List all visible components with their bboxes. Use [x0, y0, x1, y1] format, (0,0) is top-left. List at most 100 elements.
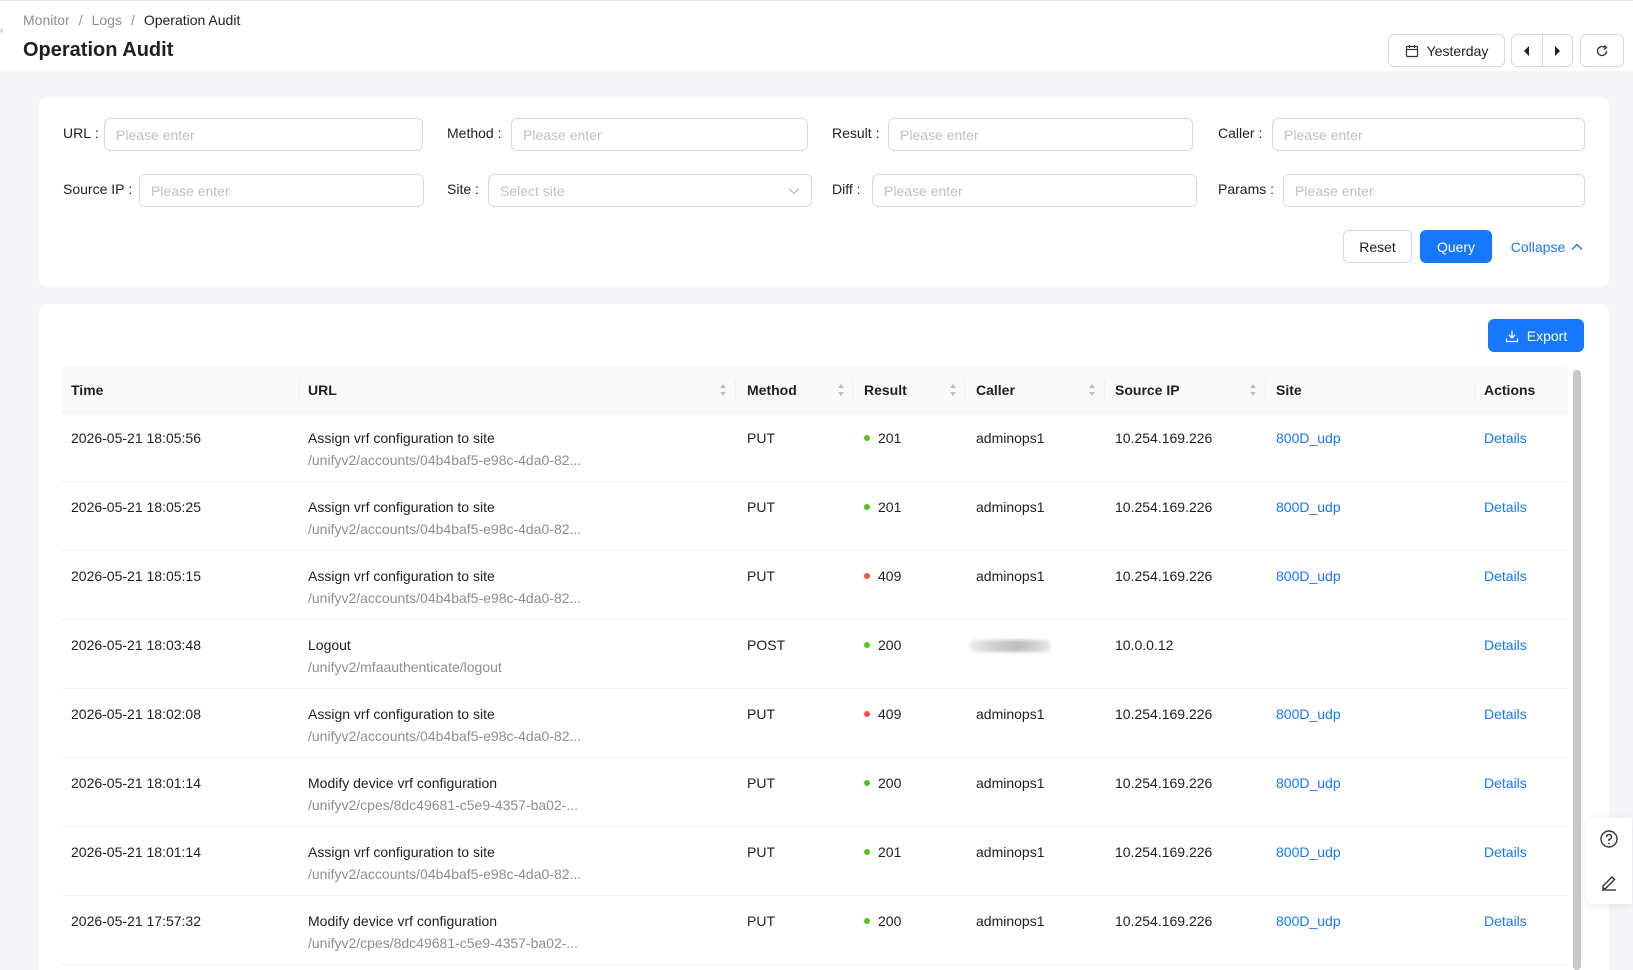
date-range-button[interactable]: Yesterday — [1388, 34, 1505, 67]
cell-site[interactable]: 800D_udp — [1276, 428, 1341, 448]
edit-icon — [1602, 876, 1616, 891]
cell-time: 2026-05-21 18:01:14 — [71, 842, 201, 862]
cell-method: PUT — [747, 566, 775, 586]
sort-icon[interactable] — [1088, 383, 1096, 397]
cell-actions[interactable]: Details — [1484, 773, 1527, 793]
source-ip-text: 10.254.169.226 — [1115, 775, 1213, 791]
caller-text: adminops1 — [976, 844, 1045, 860]
cell-source-ip: 10.254.169.226 — [1115, 428, 1212, 448]
cell-actions[interactable]: Details — [1484, 911, 1527, 931]
result-code: 201 — [878, 430, 902, 446]
refresh-button[interactable] — [1580, 34, 1624, 67]
sider-toggle-icon[interactable]: ‹ — [0, 25, 4, 37]
sort-icon[interactable] — [1249, 383, 1257, 397]
sort-icon[interactable] — [949, 383, 957, 397]
details-link[interactable]: Details — [1484, 568, 1527, 584]
cell-site[interactable]: 800D_udp — [1276, 704, 1341, 724]
cell-site[interactable]: 800D_udp — [1276, 497, 1341, 517]
cell-actions[interactable]: Details — [1484, 842, 1527, 862]
reset-button[interactable]: Reset — [1343, 230, 1412, 263]
site-link[interactable]: 800D_udp — [1276, 568, 1341, 584]
chevron-down-icon — [788, 187, 800, 194]
cell-actions[interactable]: Details — [1484, 704, 1527, 724]
result-filter-input[interactable] — [888, 118, 1193, 151]
url-path: /unifyv2/cpes/8dc49681-c5e9-4357-ba02-..… — [308, 935, 579, 951]
site-link[interactable]: 800D_udp — [1276, 499, 1341, 515]
cell-source-ip: 10.0.0.12 — [1115, 635, 1173, 655]
site-link[interactable]: 800D_udp — [1276, 844, 1341, 860]
cell-method: PUT — [747, 428, 775, 448]
help-button[interactable] — [1586, 818, 1632, 860]
source-ip-text: 10.254.169.226 — [1115, 499, 1213, 515]
query-button[interactable]: Query — [1420, 230, 1492, 263]
details-link[interactable]: Details — [1484, 775, 1527, 791]
source-ip-filter-input[interactable] — [139, 174, 424, 207]
page-title: Operation Audit — [23, 39, 174, 61]
sort-icon[interactable] — [719, 383, 727, 397]
cell-actions[interactable]: Details — [1484, 428, 1527, 448]
method-filter-input[interactable] — [511, 118, 808, 151]
table-row: 2026-05-21 18:01:14 Assign vrf configurat… — [62, 827, 1568, 896]
cell-site[interactable]: 800D_udp — [1276, 911, 1341, 931]
details-link[interactable]: Details — [1484, 430, 1527, 446]
result-code: 200 — [878, 775, 902, 791]
floating-toolbar — [1586, 818, 1632, 904]
scrollbar-thumb[interactable] — [1573, 370, 1581, 970]
status-dot-icon — [864, 918, 870, 925]
cell-method: PUT — [747, 842, 775, 862]
method-text: PUT — [747, 568, 775, 584]
site-link[interactable]: 800D_udp — [1276, 706, 1341, 722]
cell-site[interactable]: 800D_udp — [1276, 566, 1341, 586]
caller-filter-input[interactable] — [1272, 118, 1585, 151]
feedback-button[interactable] — [1586, 861, 1632, 903]
cell-url: Modify device vrf configuration/unifyv2/… — [308, 911, 578, 953]
caller-filter-label: Caller : — [1218, 125, 1263, 141]
site-filter-select[interactable]: Select site — [488, 174, 812, 207]
column-header-method[interactable]: Method — [747, 366, 797, 413]
cell-site[interactable]: 800D_udp — [1276, 773, 1341, 793]
cell-source-ip: 10.254.169.226 — [1115, 773, 1212, 793]
site-link[interactable]: 800D_udp — [1276, 775, 1341, 791]
prev-day-button[interactable] — [1512, 35, 1542, 66]
collapse-button[interactable]: Collapse — [1507, 230, 1587, 263]
method-text: PUT — [747, 913, 775, 929]
site-link[interactable]: 800D_udp — [1276, 430, 1341, 446]
breadcrumb-logs[interactable]: Logs — [92, 12, 122, 28]
result-code: 409 — [878, 706, 902, 722]
url-title: Assign vrf configuration to site — [308, 568, 495, 584]
details-link[interactable]: Details — [1484, 844, 1527, 860]
source-ip-text: 10.254.169.226 — [1115, 706, 1213, 722]
column-header-time[interactable]: Time — [71, 366, 103, 413]
breadcrumb-monitor[interactable]: Monitor — [23, 12, 70, 28]
url-title: Modify device vrf configuration — [308, 913, 498, 929]
details-link[interactable]: Details — [1484, 706, 1527, 722]
cell-time: 2026-05-21 18:02:08 — [71, 704, 201, 724]
cell-site[interactable]: 800D_udp — [1276, 842, 1341, 862]
details-link[interactable]: Details — [1484, 913, 1527, 929]
table-row: 2026-05-21 18:05:15 Assign vrf configurat… — [62, 551, 1568, 620]
params-filter-input[interactable] — [1283, 174, 1585, 207]
site-link[interactable]: 800D_udp — [1276, 913, 1341, 929]
next-day-button[interactable] — [1541, 35, 1572, 66]
status-dot-icon — [864, 780, 870, 787]
column-header-result[interactable]: Result — [864, 366, 907, 413]
cell-actions[interactable]: Details — [1484, 566, 1527, 586]
cell-url: Assign vrf configuration to site/unifyv2… — [308, 497, 581, 539]
cell-actions[interactable]: Details — [1484, 497, 1527, 517]
cell-actions[interactable]: Details — [1484, 635, 1527, 655]
url-filter-input[interactable] — [104, 118, 423, 151]
column-header-url[interactable]: URL — [308, 366, 337, 413]
cell-time: 2026-05-21 18:05:25 — [71, 497, 201, 517]
diff-filter-input[interactable] — [872, 174, 1197, 207]
cell-caller: adminops1 — [976, 566, 1045, 586]
time-text: 2026-05-21 18:02:08 — [71, 706, 201, 722]
export-button[interactable]: Export — [1488, 319, 1584, 352]
url-title: Assign vrf configuration to site — [308, 499, 495, 515]
details-link[interactable]: Details — [1484, 499, 1527, 515]
details-link[interactable]: Details — [1484, 637, 1527, 653]
column-header-source-ip[interactable]: Source IP — [1115, 366, 1180, 413]
cell-result: 201 — [864, 497, 901, 517]
column-header-caller[interactable]: Caller — [976, 366, 1015, 413]
sort-icon[interactable] — [837, 383, 845, 397]
table-scrollbar[interactable] — [1573, 370, 1581, 970]
